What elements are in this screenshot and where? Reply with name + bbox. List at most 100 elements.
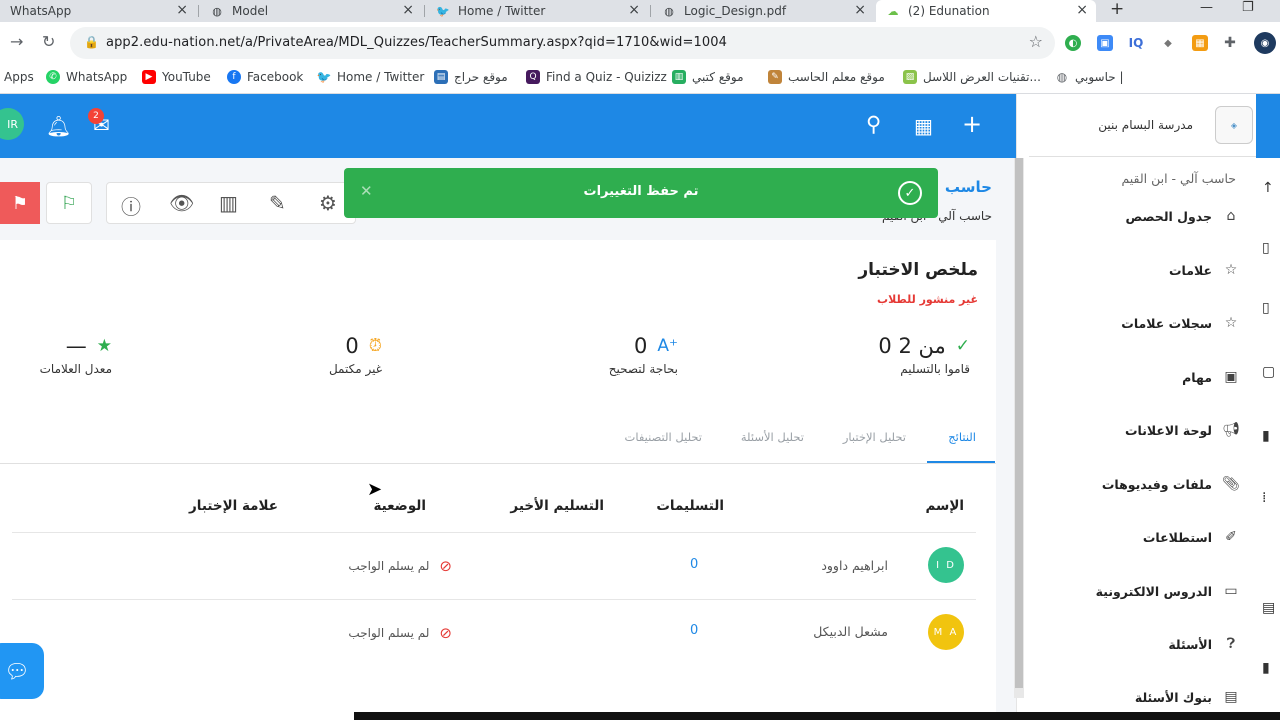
browser-tab-pdf[interactable]: ◍ Logic_Design.pdf × [652,0,874,22]
sidebar-item-tasks[interactable]: مهام ▣ [1182,369,1240,385]
flag-green-button[interactable]: ⚐ [46,182,92,224]
panel-icon[interactable]: ▤ [1262,600,1275,616]
bookmark-wireless-display[interactable]: ▨ تقنيات العرض اللاسل... [903,70,1041,84]
twitter-icon: 🐦 [436,4,450,18]
student-name[interactable]: ابراهيم داوود [821,558,888,573]
bookmark-apps[interactable]: Apps [4,70,34,84]
tab-category-analysis[interactable]: تحليل التصنيفات [625,430,703,444]
bookmark-twitter[interactable]: 🐦 Home / Twitter [317,70,425,84]
school-header[interactable]: مدرسة البسام بنين ◈ [1029,94,1257,157]
browser-tab-twitter[interactable]: 🐦 Home / Twitter × [426,0,648,22]
bookmark-computer-teacher[interactable]: ✎ موقع معلم الحاسب [768,70,885,84]
gear-icon[interactable]: ⚙ [319,191,337,215]
back-arrow-icon[interactable]: → [10,32,23,51]
bookmark-quizizz[interactable]: Q Find a Quiz - Quizizz [526,70,667,84]
close-icon[interactable]: × [1076,2,1088,18]
sidebar-item-gradebooks[interactable]: سجلات علامات ☆ [1121,315,1240,331]
tab-separator [424,5,425,17]
bookmark-kutubi[interactable]: ▥ موقع كتبي [672,70,744,84]
puzzle-icon[interactable]: ✚ [1222,35,1238,51]
panel-icon[interactable]: ▢ [1262,364,1275,380]
panel-icon[interactable]: ▮ [1262,428,1270,444]
sidebar-item-announcements[interactable]: لوحة الاعلانات 📢︎ [1125,422,1240,438]
panel-icon[interactable]: ▯ [1262,300,1270,316]
close-icon[interactable]: × [176,2,188,18]
grade-plus-icon: A⁺ [657,336,678,356]
minimize-icon[interactable]: — [1200,0,1213,15]
sidebar-item-grades[interactable]: علامات ☆ [1169,262,1240,278]
book-open-icon[interactable]: ▥ [219,191,238,215]
eye-icon[interactable]: 👁︎ [169,191,194,215]
browser-tab-edunation[interactable]: ☁ (2) Edunation × [876,0,1096,22]
apps-grid-icon[interactable]: ▦ [914,114,933,138]
sidebar-item-label: استطلاعات [1142,529,1212,545]
sidebar-item-questions[interactable]: الأسئلة ❓︎ [1168,636,1240,652]
sidebar-item-elearning[interactable]: الدروس الالكترونية ▭ [1096,583,1240,599]
sidebar-item-question-banks[interactable]: بنوك الأسئلة ▤ [1135,689,1240,705]
close-icon[interactable]: × [402,2,414,18]
iq-extension-icon[interactable]: IQ [1128,35,1144,51]
panel-icon[interactable]: ⁞ [1262,490,1266,506]
column-header-status[interactable]: الوضعية [373,498,426,514]
search-icon[interactable]: ⚲ [866,112,881,136]
tab-quiz-analysis[interactable]: تحليل الإختبار [843,430,906,444]
sidebar-item-files[interactable]: ملفات وفيديوهات 📎︎ [1102,476,1240,492]
course-title[interactable]: حاسب [945,178,992,196]
extension-icon[interactable]: ◐ [1065,35,1081,51]
tab-results[interactable]: النتائج [948,430,976,444]
stat-value: 0 [634,334,648,358]
submission-count[interactable]: 0 [690,557,698,572]
sidebar-item-label: سجلات علامات [1121,315,1212,331]
close-icon[interactable]: × [628,2,640,18]
bookmark-label: موقع حراج [454,70,508,84]
bookmark-haraj[interactable]: ▤ موقع حراج [434,70,508,84]
star-icon: ★ [96,336,112,356]
close-icon[interactable]: × [854,2,866,18]
info-icon[interactable]: ⓘ [121,191,141,220]
sidebar-item-label: بنوك الأسئلة [1134,689,1212,705]
column-header-name[interactable]: الإسم [925,498,964,514]
bookmark-label: Facebook [247,70,304,84]
flag-red-button[interactable]: ⚑ [0,182,40,224]
profile-avatar[interactable]: ◉ [1254,32,1276,54]
browser-tab-whatsapp[interactable]: WhatsApp × [0,0,196,22]
extension-icon[interactable]: ◆ [1160,35,1176,51]
restore-icon[interactable]: ❐ [1242,0,1254,15]
column-header-submissions[interactable]: التسليمات [656,498,724,514]
bookmark-label: Find a Quiz - Quizizz [546,70,667,84]
column-header-quiz-grade[interactable]: علامة الإختبار [189,498,278,514]
bookmark-star-icon[interactable]: ☆ [1029,32,1043,51]
panel-icon[interactable]: ▮ [1262,660,1270,676]
address-bar[interactable]: 🔒 app2.edu-nation.net/a/PrivateArea/MDL_… [70,27,1055,59]
bookmark-youtube[interactable]: ▶ YouTube [142,70,211,84]
tab-separator [650,5,651,17]
column-header-last-submission[interactable]: التسليم الأخير [510,498,604,514]
new-tab-icon[interactable]: + [1110,0,1124,19]
bookmark-hasoobi[interactable]: ◍ حاسوبي | [1055,70,1124,84]
bookmark-facebook[interactable]: f Facebook [227,70,303,84]
haraj-icon: ▤ [434,70,448,84]
sidebar-item-surveys[interactable]: استطلاعات ✐ [1143,529,1240,545]
sidebar-item-label: علامات [1168,262,1212,278]
submission-count[interactable]: 0 [690,623,698,638]
student-name[interactable]: مشعل الدبيكل [813,624,888,639]
pencil-icon[interactable]: ✎ [269,191,286,215]
scrollbar-thumb[interactable] [1015,158,1023,688]
arrow-icon[interactable]: ↑ [1262,180,1274,196]
bookmark-whatsapp[interactable]: ✆ WhatsApp [46,70,127,84]
sidebar-item-schedule[interactable]: جدول الحصص ⌂ [1125,208,1240,224]
tab-question-analysis[interactable]: تحليل الأسئلة [741,430,804,444]
bell-icon[interactable]: 🔔︎ [46,114,71,138]
user-avatar[interactable]: IR [0,108,24,140]
browser-tab-model[interactable]: ◍ Model × [200,0,422,22]
zoom-extension-icon[interactable]: ▣ [1097,35,1113,51]
add-icon[interactable]: + [962,110,982,138]
reload-icon[interactable]: ↻ [42,32,55,51]
panel-icon[interactable]: ▯ [1262,240,1270,256]
extension-icon[interactable]: ▦ [1192,35,1208,51]
tab-title: WhatsApp [10,4,72,18]
image-icon: ▨ [903,70,917,84]
chat-button[interactable]: 💬︎ [0,643,44,699]
quizizz-icon: Q [526,70,540,84]
main-scrollbar[interactable] [1014,158,1024,698]
